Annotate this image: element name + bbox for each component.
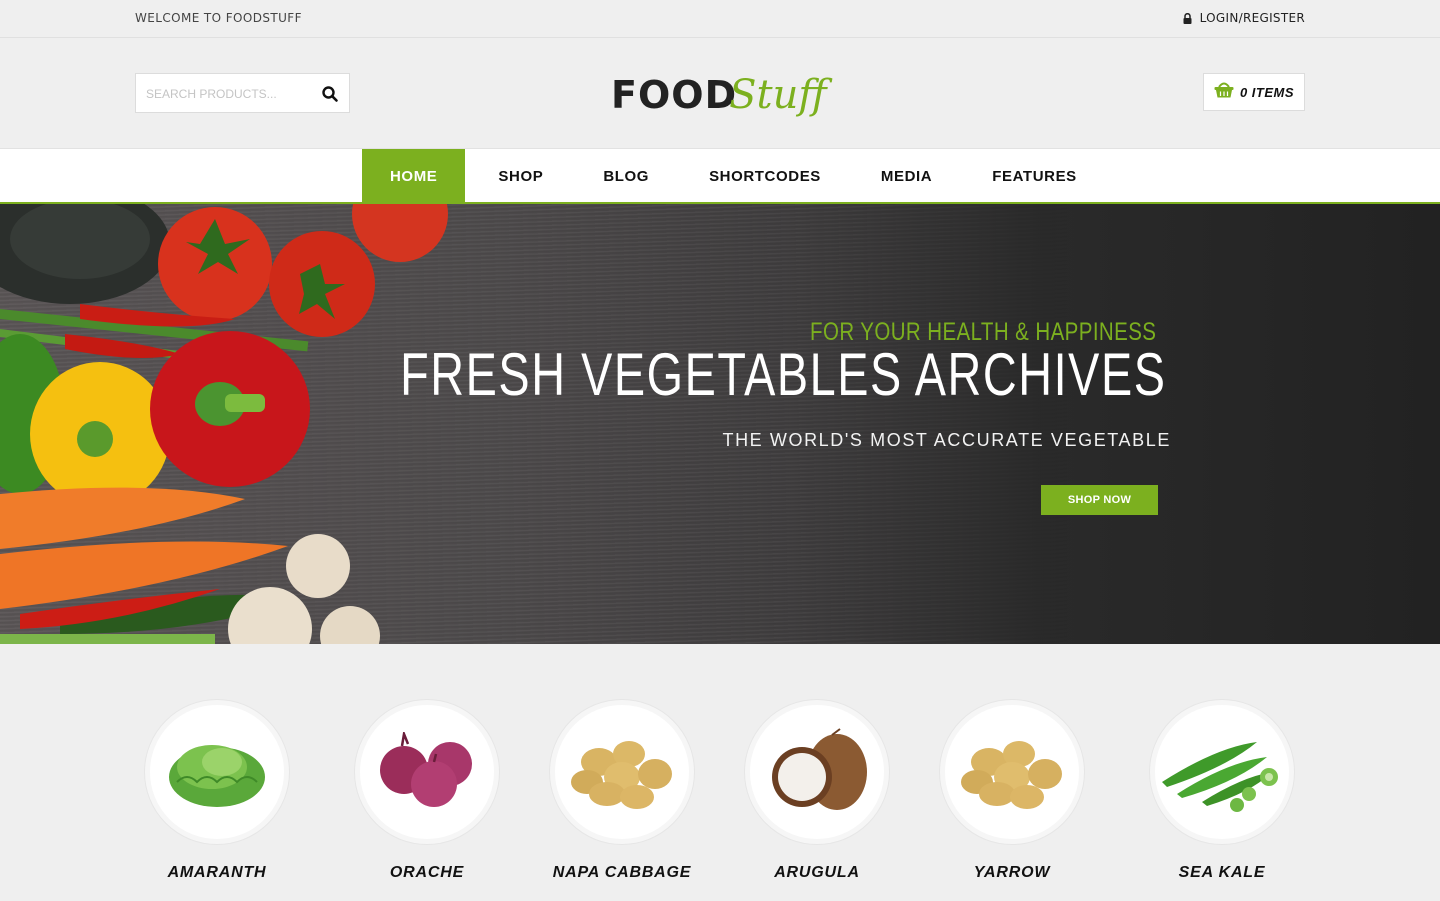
category-item[interactable]: YARROW: [912, 700, 1112, 882]
search-input[interactable]: [146, 84, 306, 104]
basket-icon: [1214, 81, 1234, 103]
logo-stuff: Stuff: [729, 72, 827, 118]
header: FOOD Stuff 0 ITEMS: [0, 38, 1440, 148]
login-register-label: LOGIN/REGISTER: [1199, 11, 1305, 25]
main-nav: HOME SHOP BLOG SHORTCODES MEDIA FEATURES: [0, 148, 1440, 204]
search-box: [135, 73, 350, 113]
cart-count-label: 0 ITEMS: [1239, 84, 1295, 100]
login-register-link[interactable]: LOGIN/REGISTER: [1183, 11, 1305, 25]
category-name: AMARANTH: [167, 864, 267, 881]
nav-item-shop[interactable]: SHOP: [465, 149, 573, 203]
vegetables-image: [0, 204, 448, 644]
category-name: ARUGULA: [774, 864, 860, 881]
category-name: SEA KALE: [1178, 864, 1266, 881]
nav-item-features[interactable]: FEATURES: [962, 149, 1107, 203]
category-image-red-onions: [355, 700, 499, 844]
category-item[interactable]: AMARANTH: [117, 700, 317, 882]
site-logo[interactable]: FOOD Stuff: [611, 70, 827, 120]
hero-title: FRESH VEGETABLES ARCHIVES: [399, 341, 1166, 408]
category-name: YARROW: [973, 864, 1051, 881]
nav-item-shortcodes[interactable]: SHORTCODES: [679, 149, 851, 203]
category-item[interactable]: SEA KALE: [1122, 700, 1322, 882]
category-image-okra: [1150, 700, 1294, 844]
logo-food: FOOD: [611, 73, 738, 117]
category-name: ORACHE: [389, 864, 465, 881]
category-image-lettuce: [145, 700, 289, 844]
nav-item-media[interactable]: MEDIA: [851, 149, 962, 203]
lock-icon: [1183, 12, 1192, 24]
category-image-coconut: [745, 700, 889, 844]
welcome-text: WELCOME TO FOODSTUFF: [135, 11, 302, 25]
nav-item-blog[interactable]: BLOG: [573, 149, 679, 203]
shop-now-button[interactable]: SHOP NOW: [1041, 485, 1158, 515]
cart-button[interactable]: 0 ITEMS: [1203, 73, 1305, 111]
top-bar: WELCOME TO FOODSTUFF LOGIN/REGISTER: [0, 0, 1440, 38]
category-image-potatoes: [550, 700, 694, 844]
hero-banner: FOR YOUR HEALTH & HAPPINESS FRESH VEGETA…: [0, 204, 1440, 644]
category-item[interactable]: ORACHE: [327, 700, 527, 882]
search-icon[interactable]: [321, 85, 339, 103]
category-name: NAPA CABBAGE: [552, 864, 692, 881]
hero-subtitle: THE WORLD'S MOST ACCURATE VEGETABLE: [722, 430, 1171, 450]
category-image-potatoes: [940, 700, 1084, 844]
category-item[interactable]: NAPA CABBAGE: [522, 700, 722, 882]
nav-item-home[interactable]: HOME: [362, 149, 466, 203]
category-list: AMARANTH ORACHE NAPA CABBAGE ARUGULA YAR…: [0, 644, 1440, 901]
category-item[interactable]: ARUGULA: [717, 700, 917, 882]
